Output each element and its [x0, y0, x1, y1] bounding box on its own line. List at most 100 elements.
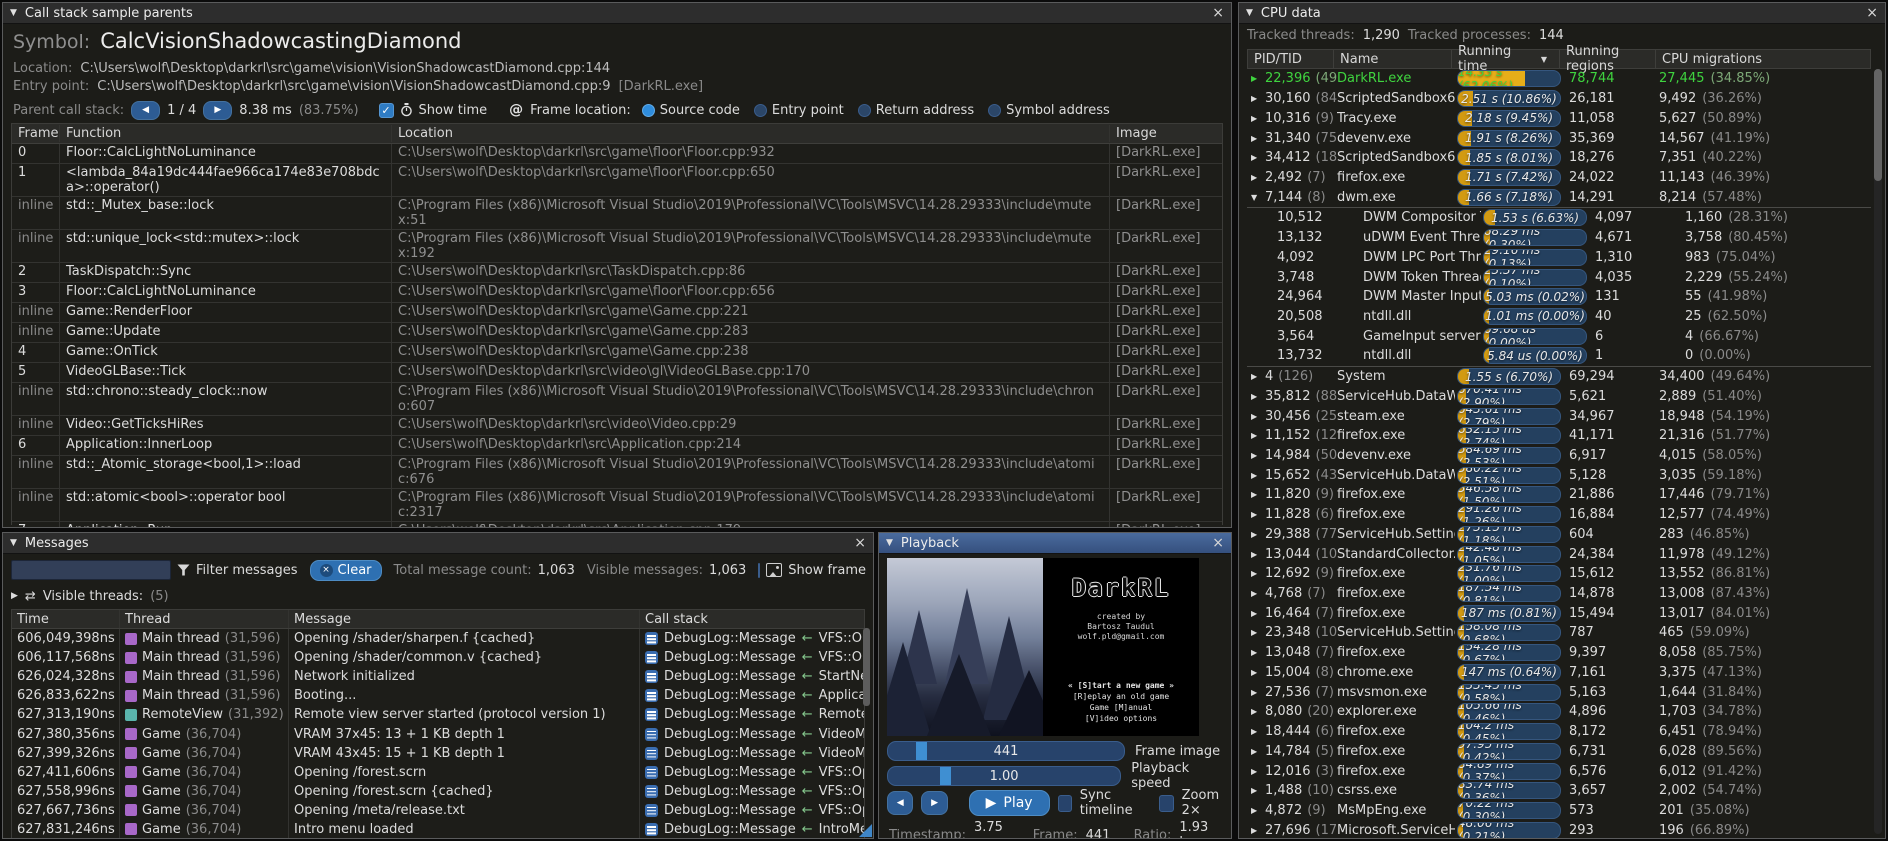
expand-icon[interactable]: ▶ [1251, 134, 1260, 143]
collapse-icon[interactable]: ▼ [1246, 8, 1253, 18]
playback-speed-slider[interactable]: 1.00 [887, 766, 1121, 786]
table-row[interactable]: inline std::_Mutex_base::lock C:\Program… [12, 197, 1222, 230]
list-item[interactable]: 627,411,606ns Game (36,704) Opening /for… [12, 763, 864, 782]
messages-titlebar[interactable]: ▼ Messages × [3, 533, 873, 554]
message-callstack[interactable]: DebugLog::Message ← VideoMemo [640, 744, 864, 763]
radio-icon[interactable] [642, 104, 655, 117]
table-row[interactable]: ▶ 16,464 (7) firefox.exe 187 ms (0.81%) … [1247, 603, 1871, 623]
callstack-list-icon[interactable] [645, 632, 658, 645]
message-callstack[interactable]: DebugLog::Message ← VFS::Open [640, 801, 864, 820]
table-row[interactable]: 5 VideoGLBase::Tick C:\Users\wolf\Deskto… [12, 363, 1222, 383]
scrollbar-thumb[interactable] [1874, 69, 1882, 181]
callstack-titlebar[interactable]: ▼ Call stack sample parents × [3, 3, 1231, 24]
expand-icon[interactable]: ▶ [1251, 530, 1260, 539]
expand-icon[interactable]: ▶ [1251, 688, 1260, 697]
frame-location-radio[interactable]: Symbol address [988, 103, 1110, 118]
table-row[interactable]: inline std::unique_lock<std::mutex>::loc… [12, 230, 1222, 263]
table-row[interactable]: ▶ 10,316 (9) Tracy.exe 2.18 s (9.45%) 11… [1247, 108, 1871, 128]
table-row[interactable]: ▶ 11,152 (12) firefox.exe 632.15 ms (2.7… [1247, 426, 1871, 446]
table-row[interactable]: ▶ 14,784 (5) firefox.exe 97.95 ms (0.42%… [1247, 741, 1871, 761]
list-item[interactable]: 627,399,326ns Game (36,704) VRAM 43x45: … [12, 744, 864, 763]
expand-icon[interactable]: ▶ [1251, 589, 1260, 598]
callstack-list-icon[interactable] [645, 766, 658, 779]
table-row[interactable]: 1 <lambda_84a19dc444fae966ca174e83e708bd… [12, 164, 1222, 197]
visible-threads-row[interactable]: ▶ ⇄ Visible threads: (5) [11, 586, 169, 606]
table-row[interactable]: ▶ 15,004 (8) chrome.exe 147 ms (0.64%) 7… [1247, 663, 1871, 683]
expand-icon[interactable]: ▶ [1251, 648, 1260, 657]
callstack-list-icon[interactable] [645, 651, 658, 664]
col-image[interactable]: Image [1110, 125, 1222, 142]
callstack-list-icon[interactable] [645, 804, 658, 817]
show-time-checkbox[interactable]: ✓ [379, 103, 394, 118]
table-row[interactable]: ▶ 30,456 (25) steam.exe 643.61 ms (2.79%… [1247, 406, 1871, 426]
zoom-2x-checkbox[interactable] [1159, 795, 1173, 812]
next-callstack-button[interactable]: ▶ [203, 101, 232, 120]
frame-location-radio[interactable]: Return address [858, 103, 974, 118]
expand-icon[interactable]: ▶ [1251, 490, 1260, 499]
table-row[interactable]: inline std::chrono::steady_clock::now C:… [12, 383, 1222, 416]
expand-icon[interactable]: ▶ [1251, 668, 1260, 677]
frame-image-preview[interactable]: DarkRL created by Bartosz Taudul wolf.pl… [887, 558, 1199, 736]
table-row[interactable]: ▶ 1,488 (10) csrss.exe 83.74 ms (0.36%) … [1247, 781, 1871, 801]
table-row[interactable]: 4,092 DWM LPC Port Thread 29.16 ms (0.13… [1247, 247, 1871, 267]
list-item[interactable]: 627,313,190ns RemoteView (31,392) Remote… [12, 705, 864, 724]
expand-icon[interactable]: ▶ [1251, 471, 1260, 480]
list-item[interactable]: 627,831,246ns Game (36,704) Intro menu l… [12, 820, 864, 839]
step-forward-button[interactable]: ▶ [921, 791, 947, 815]
callstack-list-icon[interactable] [645, 708, 658, 721]
table-row[interactable]: ▶ 8,080 (20) explorer.exe 105.66 ms (0.4… [1247, 702, 1871, 722]
list-item[interactable]: 606,117,568ns Main thread (31,596) Openi… [12, 648, 864, 667]
list-item[interactable]: 626,833,622ns Main thread (31,596) Booti… [12, 686, 864, 705]
table-row[interactable]: ▶ 4 (126) System 1.55 s (6.70%) 69,294 3… [1247, 366, 1871, 387]
callstack-list-icon[interactable] [645, 747, 658, 760]
expand-icon[interactable]: ▶ [1251, 727, 1260, 736]
table-row[interactable]: 3,748 DWM Token Thread 23.37 ms (0.10%) … [1247, 267, 1871, 287]
list-item[interactable]: 606,049,398ns Main thread (31,596) Openi… [12, 629, 864, 648]
playback-titlebar[interactable]: ▼ Playback × [879, 533, 1231, 554]
table-row[interactable]: 4 Game::OnTick C:\Users\wolf\Desktop\dar… [12, 343, 1222, 363]
show-frame-checkbox[interactable] [758, 563, 760, 578]
expand-icon[interactable]: ▶ [1251, 173, 1260, 182]
close-icon[interactable]: × [854, 536, 866, 550]
callstack-list-icon[interactable] [645, 823, 658, 836]
col-running-regions[interactable]: Running regions [1560, 50, 1656, 68]
table-row[interactable]: ▶ 27,536 (7) msvsmon.exe 133.45 ms (0.58… [1247, 682, 1871, 702]
table-row[interactable]: 13,132 uDWM Event Thread 68.29 ms (0.30%… [1247, 228, 1871, 248]
message-callstack[interactable]: DebugLog::Message ← VFS::Open [640, 629, 864, 648]
cpu-scrollbar[interactable] [1874, 69, 1882, 834]
list-item[interactable]: 627,380,356ns Game (36,704) VRAM 37x45: … [12, 724, 864, 743]
message-callstack[interactable]: DebugLog::Message ← IntroMenu:: [640, 820, 864, 839]
col-name[interactable]: Name [1334, 50, 1452, 68]
message-callstack[interactable]: DebugLog::Message ← VideoMemo [640, 724, 864, 743]
expand-icon[interactable]: ▶ [1251, 114, 1260, 123]
expand-icon[interactable]: ▶ [1251, 628, 1260, 637]
col-frame[interactable]: Frame [12, 125, 60, 142]
frame-location-radio[interactable]: Source code [642, 103, 740, 118]
expand-icon[interactable]: ▶ [1251, 569, 1260, 578]
col-message[interactable]: Message [289, 610, 640, 628]
table-row[interactable]: ▶ 23,348 (106) ServiceHub.SettingsHost 1… [1247, 623, 1871, 643]
table-row[interactable]: 7 Application::Run C:\Users\wolf\Desktop… [12, 522, 1222, 528]
table-row[interactable]: ▶ 4,768 (7) firefox.exe 187.54 ms (0.81%… [1247, 584, 1871, 604]
expand-icon[interactable]: ▶ [1251, 74, 1260, 83]
col-callstack[interactable]: Call stack [640, 610, 864, 628]
col-pid-tid[interactable]: PID/TID [1248, 50, 1334, 68]
table-row[interactable]: ▶ 18,444 (6) firefox.exe 104.2 ms (0.45%… [1247, 722, 1871, 742]
message-callstack[interactable]: DebugLog::Message ← StartNetwo [640, 667, 864, 686]
collapse-icon[interactable]: ▼ [10, 8, 17, 18]
close-icon[interactable]: × [1866, 6, 1878, 20]
table-row[interactable]: ▶ 31,340 (75) devenv.exe 1.91 s (8.26%) … [1247, 128, 1871, 148]
table-row[interactable]: inline Game::RenderFloor C:\Users\wolf\D… [12, 303, 1222, 323]
expand-icon[interactable]: ▶ [1251, 431, 1260, 440]
table-row[interactable]: ▼ 7,144 (8) dwm.exe 1.66 s (7.18%) 14,29… [1247, 187, 1871, 207]
radio-icon[interactable] [988, 104, 1001, 117]
expand-icon[interactable]: ▶ [1251, 767, 1260, 776]
table-row[interactable]: ▶ 11,828 (6) firefox.exe 291.26 ms (1.26… [1247, 505, 1871, 525]
callstack-list-icon[interactable] [645, 728, 658, 741]
table-row[interactable]: inline std::atomic<bool>::operator bool … [12, 489, 1222, 522]
table-row[interactable]: inline std::_Atomic_storage<bool,1>::loa… [12, 456, 1222, 489]
table-row[interactable]: ▶ 12,016 (3) firefox.exe 84.89 ms (0.37%… [1247, 761, 1871, 781]
table-row[interactable]: ▶ 11,820 (9) firefox.exe 346.58 ms (1.50… [1247, 485, 1871, 505]
sync-timeline-checkbox[interactable] [1058, 795, 1072, 812]
expand-icon[interactable]: ▶ [1251, 412, 1260, 421]
